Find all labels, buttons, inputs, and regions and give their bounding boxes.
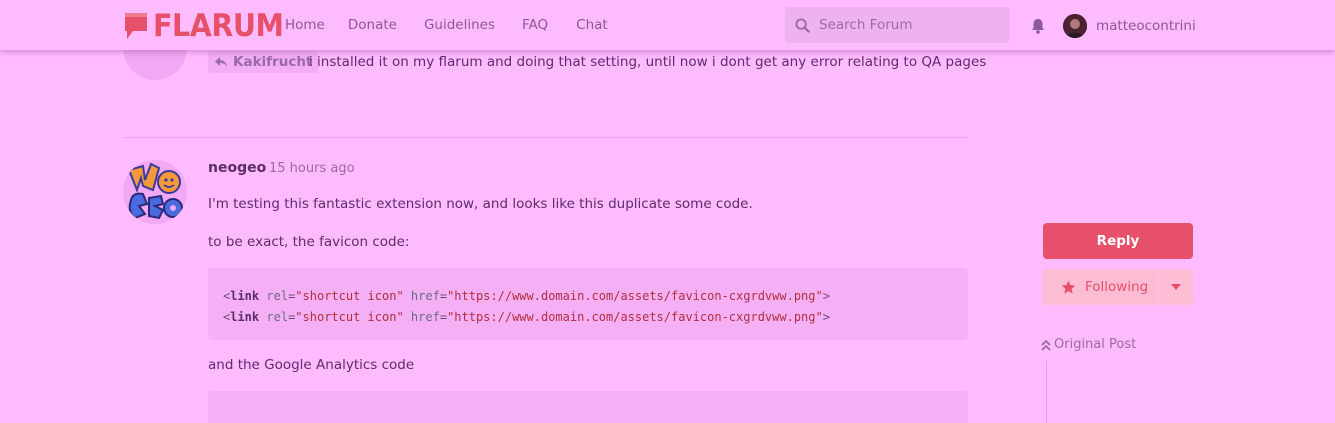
notifications-bell-icon[interactable] — [1031, 18, 1045, 34]
original-post-label: Original Post — [1054, 337, 1137, 352]
code-block: <link rel="shortcut icon" href="https://… — [208, 268, 968, 340]
following-label: Following — [1085, 279, 1149, 295]
code-string: "shortcut icon" — [295, 289, 404, 303]
nav-link-donate[interactable]: Donate — [348, 17, 397, 33]
following-button[interactable]: Following — [1043, 269, 1159, 305]
nav-link-home[interactable]: Home — [285, 17, 325, 33]
post-paragraph: I'm testing this fantastic extension now… — [208, 196, 753, 212]
code-attr: rel — [266, 310, 289, 324]
site-header: FLARUM Home Donate Guidelines FAQ Chat m… — [0, 0, 1335, 50]
code-line: <link rel="shortcut icon" href="https://… — [223, 289, 830, 303]
post-username[interactable]: neogeo — [208, 160, 266, 176]
post-time[interactable]: 15 hours ago — [269, 161, 355, 176]
code-string: "https://www.domain.com/assets/favicon-c… — [447, 289, 823, 303]
code-string: "https://www.domain.com/assets/favicon-c… — [447, 310, 823, 324]
code-tag: link — [230, 310, 260, 324]
scrubber-original-post[interactable]: Original Post — [1041, 337, 1136, 352]
search-input[interactable] — [819, 17, 999, 33]
following-dropdown-toggle[interactable] — [1159, 269, 1193, 305]
code-tag: link — [230, 289, 260, 303]
post-paragraph: and the Google Analytics code — [208, 357, 415, 373]
following-control: Following — [1043, 269, 1193, 305]
post-paragraph: to be exact, the favicon code: — [208, 234, 410, 250]
user-avatar-image — [1063, 14, 1087, 38]
double-chevron-up-icon — [1041, 339, 1051, 351]
logo-text: FLARUM — [153, 8, 284, 44]
code-string: "shortcut icon" — [295, 310, 404, 324]
search-icon — [795, 17, 810, 33]
caret-down-icon — [1171, 284, 1182, 290]
code-block — [208, 391, 968, 423]
code-attr: href — [410, 289, 440, 303]
username: matteocontrini — [1096, 18, 1196, 34]
neogeo-logo-icon — [123, 160, 187, 224]
post-divider — [123, 137, 968, 138]
user-menu[interactable]: matteocontrini — [1063, 14, 1196, 38]
reply-button[interactable]: Reply — [1043, 223, 1193, 259]
main-nav: Home Donate Guidelines FAQ Chat — [285, 0, 608, 50]
code-line: <link rel="shortcut icon" href="https://… — [223, 310, 830, 324]
previous-post-text: i installed it on my flarum and doing th… — [309, 54, 987, 70]
code-attr: href — [410, 310, 440, 324]
nav-link-faq[interactable]: FAQ — [522, 17, 548, 33]
flarum-logo-icon — [125, 13, 147, 39]
user-avatar — [1063, 14, 1087, 38]
reply-mention[interactable]: Kakifrucht — [208, 51, 319, 73]
code-attr: rel — [266, 289, 289, 303]
reply-mention-name: Kakifrucht — [233, 54, 313, 70]
search-box[interactable] — [785, 7, 1010, 43]
scrubber-track[interactable] — [1046, 361, 1047, 423]
reply-icon — [215, 57, 227, 67]
nav-link-guidelines[interactable]: Guidelines — [424, 17, 495, 33]
star-icon — [1061, 280, 1076, 294]
flarum-logo[interactable]: FLARUM — [123, 8, 295, 44]
post-avatar[interactable] — [123, 160, 187, 224]
nav-link-chat[interactable]: Chat — [576, 17, 608, 33]
